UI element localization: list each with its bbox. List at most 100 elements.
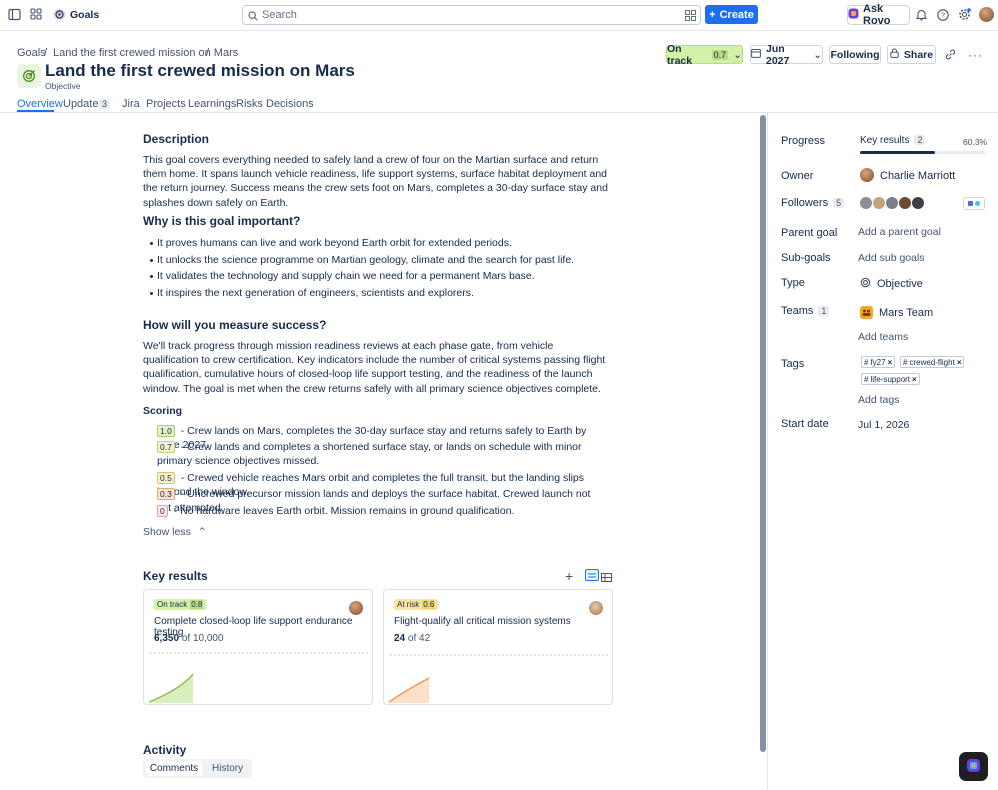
app-switcher-icon[interactable]	[30, 8, 42, 20]
more-actions-icon[interactable]: ···	[968, 48, 983, 62]
why-heading: Why is this goal important?	[143, 214, 301, 228]
chevron-down-icon: ⌄	[813, 48, 822, 61]
search-filter-icon[interactable]	[685, 10, 696, 24]
sidebar-toggle-icon[interactable]	[8, 8, 21, 21]
create-button[interactable]: + Create	[705, 5, 758, 24]
avatar	[885, 196, 899, 210]
remove-tag-icon[interactable]: ×	[888, 358, 893, 367]
status-label: On track	[667, 42, 693, 67]
tab-updates[interactable]: Updates	[63, 98, 104, 110]
tab-learnings[interactable]: Learnings	[188, 98, 236, 110]
notifications-icon[interactable]	[915, 9, 928, 24]
followers-avatars[interactable]	[859, 196, 925, 210]
score-tag: 1.0	[157, 425, 175, 437]
avatar	[872, 196, 886, 210]
help-icon[interactable]: ?	[937, 9, 949, 24]
add-tags-link[interactable]: Add tags	[858, 394, 899, 406]
key-results-count: 2	[914, 135, 926, 145]
score-tag: 0.5	[157, 472, 175, 484]
scoring-text: - Crew lands and completes a shortened s…	[157, 441, 582, 468]
ask-rovo-button[interactable]: Ask Rovo	[847, 3, 910, 27]
tab-history[interactable]: History	[206, 763, 243, 774]
status-label: On track	[157, 600, 188, 609]
teams-count: 1	[818, 306, 830, 316]
key-result-card[interactable]: At risk 0.6 Flight-qualify all critical …	[383, 589, 613, 705]
teams-label: Teams 1	[781, 305, 830, 317]
score-tag: 0.7	[157, 441, 175, 453]
tag-chip[interactable]: # fy27 ×	[861, 356, 896, 368]
of-label: of	[407, 633, 417, 644]
status-badge: At risk 0.6	[394, 599, 439, 610]
rovo-chat-button[interactable]	[959, 752, 988, 781]
key-result-progress: 6,350 of 10,000	[154, 633, 224, 644]
search-placeholder: Search	[262, 9, 297, 21]
tab-comments[interactable]: Comments	[146, 761, 202, 776]
sparkline-chart	[388, 654, 608, 703]
sub-goals-label: Sub-goals	[781, 252, 831, 264]
updates-count-badge: 3	[99, 99, 111, 109]
start-date-value[interactable]: Jul 1, 2026	[858, 419, 909, 431]
calendar-icon	[751, 48, 761, 61]
tab-projects[interactable]: Projects	[146, 98, 186, 110]
key-result-card[interactable]: On track 0.8 Complete closed-loop life s…	[143, 589, 373, 705]
target-date-label: Jun 2027	[766, 42, 790, 67]
avatar	[911, 196, 925, 210]
remove-tag-icon[interactable]: ×	[912, 375, 917, 384]
remove-tag-icon[interactable]: ×	[957, 358, 962, 367]
svg-text:?: ?	[941, 11, 945, 20]
user-avatar[interactable]	[979, 7, 994, 22]
tab-risks[interactable]: Risks	[236, 98, 263, 110]
page-title: Land the first crewed mission on Mars	[45, 61, 355, 80]
avatar	[859, 196, 873, 210]
link-icon[interactable]	[945, 49, 956, 63]
search-icon	[248, 10, 258, 24]
top-navigation: Goals Search + Create Ask Rovo ?	[0, 0, 998, 31]
tag-chip[interactable]: # crewed-flight ×	[900, 356, 965, 368]
target-date-dropdown[interactable]: Jun 2027 ⌄	[750, 42, 823, 67]
settings-icon[interactable]	[958, 8, 971, 24]
progress-percent: 60.3%	[963, 137, 988, 147]
follow-integrations-button[interactable]	[963, 197, 985, 210]
tag-chip[interactable]: # life-support ×	[861, 373, 920, 385]
key-results-text: Key results	[860, 135, 910, 146]
owner-name[interactable]: Charlie Marriott	[880, 170, 955, 182]
team-name[interactable]: Mars Team	[879, 307, 933, 319]
app-name[interactable]: Goals	[70, 9, 99, 21]
main-scrollbar[interactable]	[760, 115, 766, 752]
key-results-heading: Key results	[143, 569, 208, 583]
avatar	[898, 196, 912, 210]
table-view-icon[interactable]	[601, 571, 612, 585]
target-value: 42	[419, 633, 431, 644]
breadcrumb-goal[interactable]: Land the first crewed mission on Mars	[53, 47, 238, 59]
type-value[interactable]: Objective	[877, 278, 923, 290]
hash-icon: #	[864, 357, 869, 367]
list-view-icon[interactable]	[585, 569, 599, 581]
search-input[interactable]: Search	[242, 5, 701, 25]
add-teams-link[interactable]: Add teams	[858, 331, 908, 343]
list-item: It proves humans can live and work beyon…	[150, 237, 512, 249]
tab-divider	[0, 112, 998, 113]
of-label: of	[181, 633, 191, 644]
score-tag: 0	[157, 505, 168, 517]
add-parent-goal-link[interactable]: Add a parent goal	[858, 226, 941, 238]
tab-jira[interactable]: Jira	[122, 98, 140, 110]
status-dropdown[interactable]: On track 0.7 ⌄	[666, 42, 743, 67]
description-text: This goal covers everything needed to sa…	[143, 154, 608, 209]
lock-icon	[890, 48, 899, 61]
tab-decisions[interactable]: Decisions	[266, 98, 314, 110]
show-less-button[interactable]: Show less ⌃	[143, 526, 207, 538]
create-label: Create	[719, 8, 754, 21]
sparkline-chart	[148, 652, 368, 703]
tag-label: life-support	[870, 374, 911, 384]
scoring-item: 0 - No hardware leaves Earth orbit. Miss…	[157, 504, 607, 518]
add-sub-goals-link[interactable]: Add sub goals	[858, 252, 925, 264]
share-button[interactable]: Share	[887, 45, 936, 64]
add-key-result-icon[interactable]: +	[565, 568, 573, 584]
rovo-label: Ask Rovo	[863, 3, 891, 27]
status-score: 0.6	[422, 600, 436, 609]
breadcrumb-goals[interactable]: Goals	[17, 47, 46, 59]
tab-overview[interactable]: Overview	[17, 98, 63, 110]
avatar	[860, 168, 874, 182]
following-button[interactable]: Following	[829, 45, 881, 64]
scoring-item: 0.7 - Crew lands and completes a shorten…	[157, 440, 607, 468]
